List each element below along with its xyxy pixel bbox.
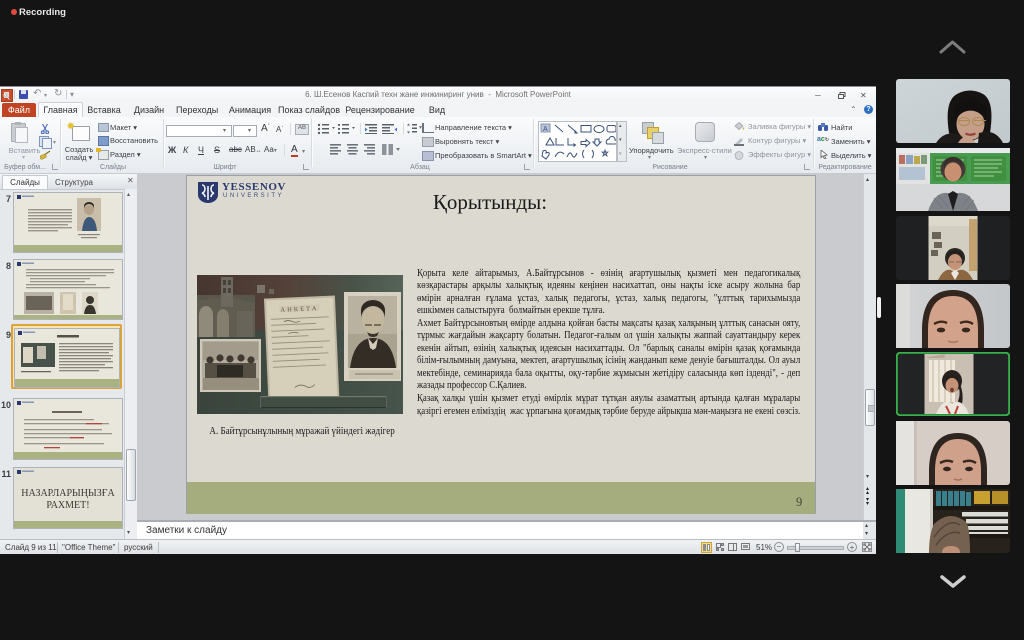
svg-text:А: А [543, 126, 548, 133]
svg-text:РАХМЕТ!: РАХМЕТ! [46, 500, 89, 511]
svg-text:НАЗАРЛАРЫҢЫЗҒА: НАЗАРЛАРЫҢЫЗҒА [21, 488, 115, 499]
